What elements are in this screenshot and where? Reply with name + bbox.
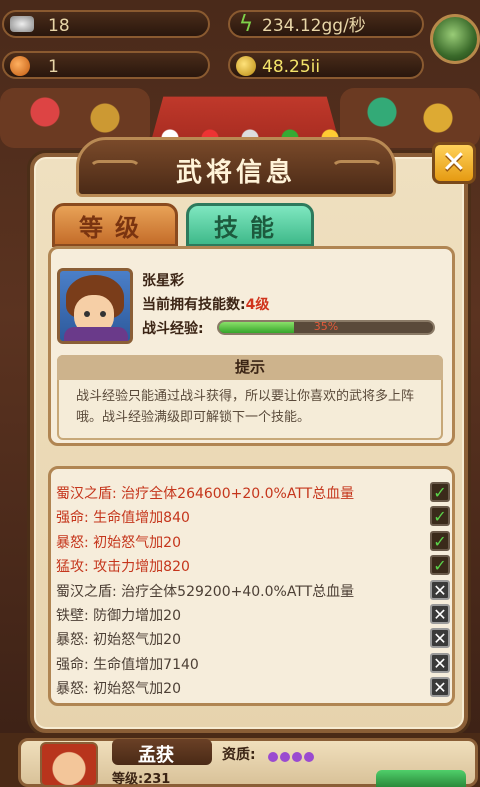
tab-skill[interactable]: 技能 — [186, 203, 314, 247]
chest-icon[interactable] — [430, 14, 480, 64]
cross-icon: ✕ — [430, 579, 450, 600]
skill-text: 猛攻: 攻击力增加820 — [56, 559, 190, 576]
cross-icon: ✕ — [430, 604, 450, 624]
skill-row: 强命: 生命值增加840 ✓ — [56, 505, 450, 529]
skill-text: 暴怒: 初始怒气加20 — [56, 632, 181, 649]
orange-orb-icon — [10, 56, 30, 76]
general-action-button[interactable] — [376, 770, 466, 787]
gold-counter: 48.25ii — [228, 51, 424, 79]
close-icon[interactable]: ✕ — [432, 142, 476, 184]
portrait-eye-left — [84, 311, 90, 317]
tab-level[interactable]: 等级 — [52, 203, 178, 247]
skill-row: 蜀汉之盾: 治疗全体529200+40.0%ATT总血量 ✕ — [56, 579, 450, 603]
general-avatar — [40, 742, 98, 787]
cross-icon: ✕ — [430, 628, 450, 649]
skill-row: 强命: 生命值增加7140 ✕ — [56, 652, 450, 676]
skill-text: 暴怒: 初始怒气加20 — [56, 681, 181, 698]
hero-portrait — [57, 268, 133, 344]
income-rate-counter: ϟ 234.12gg/秒 — [228, 10, 424, 38]
skill-count: 当前拥有技能数:4级 — [142, 294, 269, 314]
dialog-title: 武将信息 — [175, 158, 296, 188]
dialog-title-bar: 武将信息 — [76, 137, 396, 197]
cross-icon: ✕ — [430, 677, 450, 698]
skill-text: 暴怒: 初始怒气加20 — [56, 534, 181, 551]
skill-text: 蜀汉之盾: 治疗全体529200+40.0%ATT总血量 — [56, 583, 355, 600]
general-level: 等级:231 — [112, 772, 171, 787]
quality-dot — [268, 752, 278, 762]
general-quality-label: 资质: — [222, 747, 256, 763]
hint-body: 战斗经验只能通过战斗获得，所以要让你喜欢的武将多上阵哦。战斗经验满级即可解锁下一… — [76, 389, 415, 425]
skill-row: 铁壁: 防御力增加20 ✕ — [56, 603, 450, 627]
hint-title: 提示 — [57, 355, 443, 380]
skill-text: 强命: 生命值增加7140 — [56, 656, 199, 673]
skill-row: 暴怒: 初始怒气加20 ✕ — [56, 676, 450, 700]
cross-icon: ✕ — [430, 652, 450, 673]
quality-dot — [280, 752, 290, 762]
income-rate-value: 234.12gg/秒 — [262, 16, 366, 36]
exp-percent: 35% — [313, 320, 339, 333]
quality-dots — [268, 747, 316, 766]
check-icon: ✓ — [430, 482, 450, 502]
general-name: 孟获 — [138, 745, 174, 766]
exp-label: 战斗经验: — [142, 321, 204, 337]
silver-value: 18 — [48, 16, 70, 36]
gold-value: 48.25ii — [262, 57, 321, 77]
silver-ingot-icon — [10, 16, 34, 32]
skill-row: 暴怒: 初始怒气加20 ✕ — [56, 627, 450, 651]
quality-dot — [292, 752, 302, 762]
skill-row: 暴怒: 初始怒气加20 ✓ — [56, 530, 450, 554]
orb-value: 1 — [48, 57, 59, 77]
skill-text: 强命: 生命值增加840 — [56, 510, 190, 527]
skill-text: 铁壁: 防御力增加20 — [56, 608, 181, 624]
skill-row: 猛攻: 攻击力增加820 ✓ — [56, 554, 450, 578]
check-icon: ✓ — [430, 530, 450, 551]
lightning-icon: ϟ — [238, 12, 254, 37]
check-icon: ✓ — [430, 506, 450, 527]
skill-row: 蜀汉之盾: 治疗全体264600+20.0%ATT总血量 ✓ — [56, 481, 450, 505]
silver-counter: 18 — [2, 10, 210, 38]
portrait-armor — [64, 327, 128, 341]
portrait-eye-right — [100, 311, 106, 317]
orb-counter: 1 — [2, 51, 210, 79]
skill-count-label: 当前拥有技能数: — [142, 297, 246, 313]
hero-name: 张星彩 — [142, 273, 184, 289]
skill-count-value: 4级 — [245, 297, 270, 313]
gold-coin-icon — [236, 56, 256, 76]
check-icon: ✓ — [430, 555, 450, 576]
exp-progress-bar: 35% — [217, 320, 435, 335]
skill-text: 蜀汉之盾: 治疗全体264600+20.0%ATT总血量 — [56, 486, 355, 502]
quality-dot — [304, 752, 314, 762]
